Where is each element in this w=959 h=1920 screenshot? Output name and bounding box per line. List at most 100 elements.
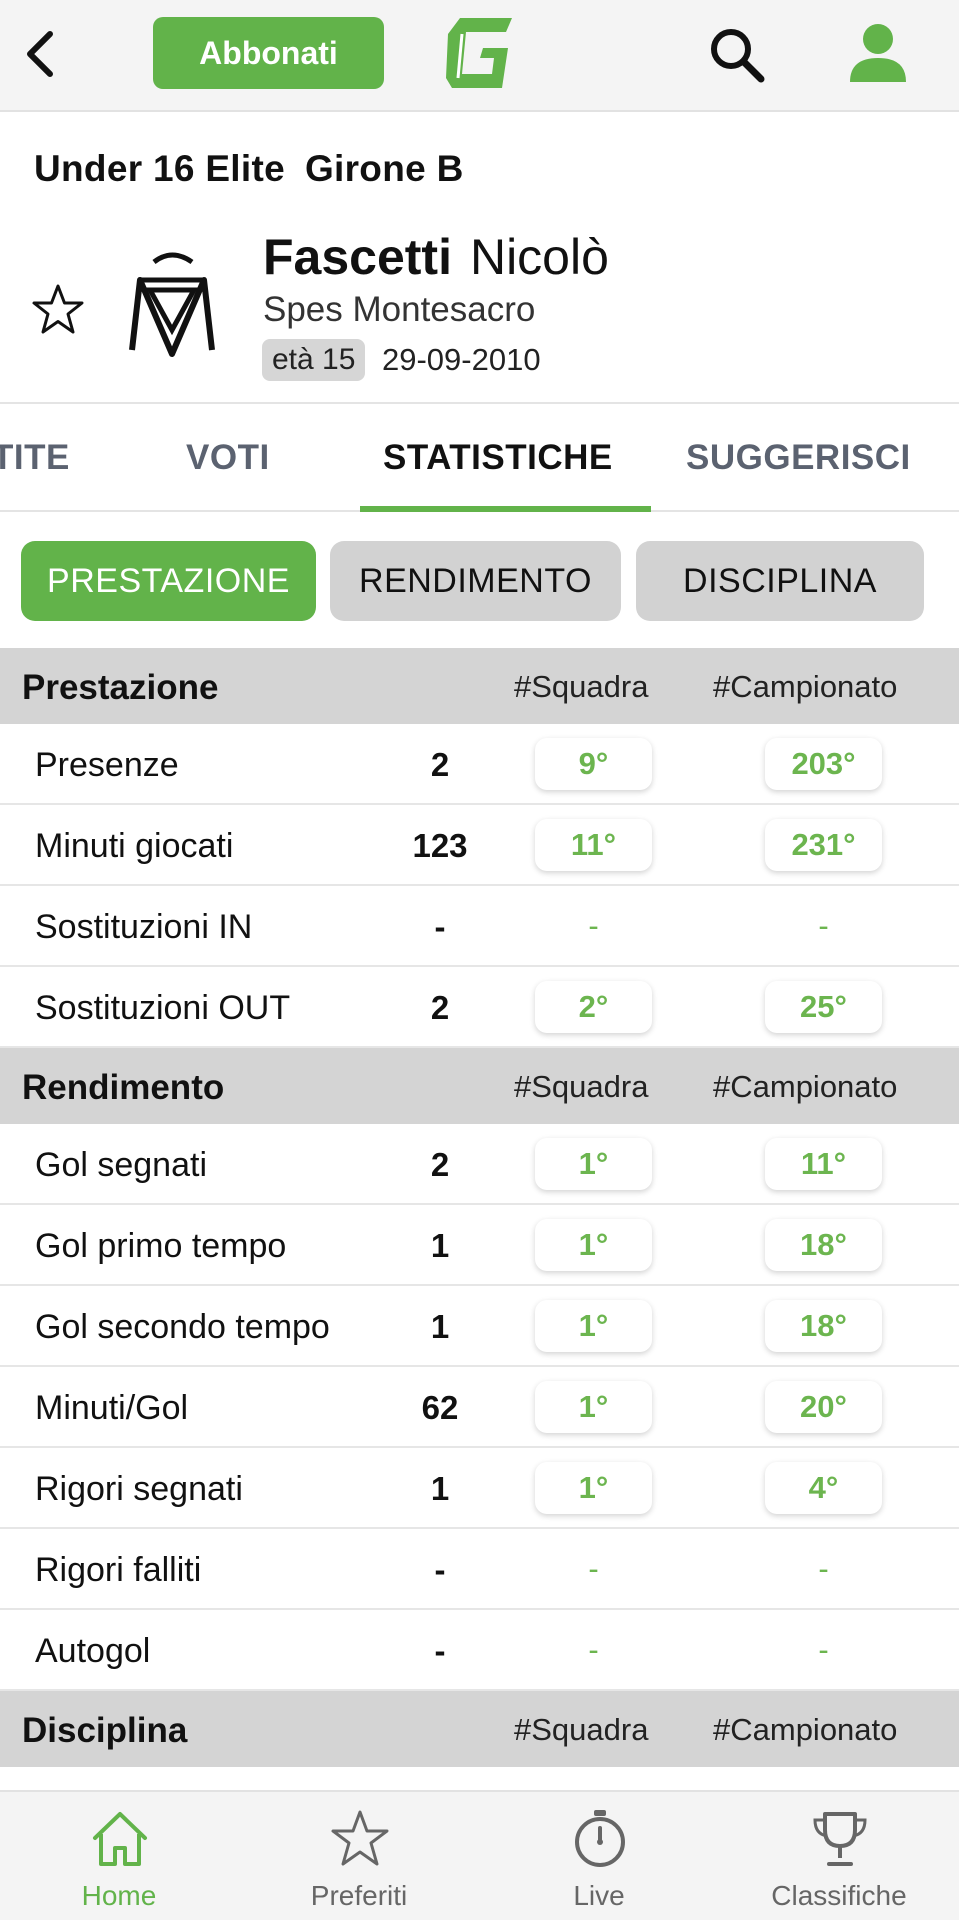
stat-value: 1 bbox=[430, 1308, 450, 1345]
age-badge: età 15 bbox=[262, 339, 366, 381]
player-firstname: Nicolò bbox=[469, 229, 609, 285]
table-row: Sostituzioni OUT 2 2° 25° bbox=[0, 967, 959, 1048]
search-icon[interactable] bbox=[708, 26, 766, 84]
table-row: Rigori falliti - - - bbox=[0, 1529, 959, 1610]
stat-label: Gol segnati bbox=[35, 1146, 207, 1184]
nav-classifiche[interactable]: Classifiche bbox=[739, 1792, 939, 1920]
league-rank-badge[interactable]: 203° bbox=[765, 738, 882, 790]
segment-prestazione[interactable]: PRESTAZIONE bbox=[21, 541, 316, 621]
team-rank-empty: - bbox=[588, 1632, 599, 1667]
stat-label: Sostituzioni OUT bbox=[35, 989, 291, 1027]
tab-statistiche[interactable]: STATISTICHE bbox=[383, 438, 613, 478]
stat-value: 123 bbox=[412, 827, 468, 864]
player-surname: Fascetti bbox=[263, 229, 452, 285]
nav-preferiti[interactable]: Preferiti bbox=[259, 1792, 459, 1920]
stat-value: 1 bbox=[430, 1470, 450, 1507]
league-rank-badge[interactable]: 11° bbox=[765, 1138, 882, 1190]
stat-label: Gol secondo tempo bbox=[35, 1308, 330, 1346]
table-row: Sostituzioni IN - - - bbox=[0, 886, 959, 967]
stat-value: 2 bbox=[430, 989, 450, 1026]
bottom-navigation: Home Preferiti Live Classifiche bbox=[0, 1790, 959, 1920]
nav-live[interactable]: Live bbox=[499, 1792, 699, 1920]
league-rank-badge[interactable]: 20° bbox=[765, 1381, 882, 1433]
team-rank-badge[interactable]: 9° bbox=[535, 738, 652, 790]
league-rank-badge[interactable]: 25° bbox=[765, 981, 882, 1033]
stopwatch-icon bbox=[575, 1810, 625, 1867]
column-header-league: #Campionato bbox=[713, 669, 898, 704]
table-row: Autogol - - - bbox=[0, 1610, 959, 1691]
table-row: Presenze 2 9° 203° bbox=[0, 724, 959, 805]
user-profile-icon[interactable] bbox=[848, 22, 908, 84]
nav-label: Classifiche bbox=[771, 1880, 907, 1911]
group-name: Girone B bbox=[304, 148, 464, 189]
column-header-league: #Campionato bbox=[713, 1069, 898, 1104]
segment-disciplina[interactable]: DISCIPLINA bbox=[636, 541, 924, 621]
stat-label: Gol primo tempo bbox=[35, 1227, 287, 1265]
stat-label: Presenze bbox=[35, 746, 179, 784]
subscribe-button[interactable]: Abbonati bbox=[153, 17, 384, 89]
table-row: Gol secondo tempo 1 1° 18° bbox=[0, 1286, 959, 1367]
segment-rendimento[interactable]: RENDIMENTO bbox=[330, 541, 621, 621]
club-logo-icon bbox=[129, 252, 215, 357]
column-header-team: #Squadra bbox=[514, 1069, 649, 1104]
stat-value: - bbox=[434, 908, 446, 945]
league-rank-badge[interactable]: 18° bbox=[765, 1219, 882, 1271]
column-header-team: #Squadra bbox=[514, 1712, 649, 1747]
section-title: Disciplina bbox=[22, 1711, 188, 1750]
favorite-star-icon[interactable] bbox=[30, 282, 86, 338]
team-rank-empty: - bbox=[588, 908, 599, 943]
stat-value: - bbox=[434, 1551, 446, 1588]
team-rank-badge[interactable]: 1° bbox=[535, 1219, 652, 1271]
table-row: Gol segnati 2 1° 11° bbox=[0, 1124, 959, 1205]
league-rank-empty: - bbox=[818, 908, 829, 943]
table-row: Gol primo tempo 1 1° 18° bbox=[0, 1205, 959, 1286]
tab-voti[interactable]: VOTI bbox=[186, 438, 270, 478]
nav-label: Preferiti bbox=[310, 1880, 408, 1911]
stat-value: 2 bbox=[430, 1146, 450, 1183]
star-icon bbox=[331, 1810, 389, 1866]
section-header-prestazione: Prestazione #Squadra #Campionato bbox=[0, 648, 959, 724]
team-rank-badge[interactable]: 2° bbox=[535, 981, 652, 1033]
team-name[interactable]: Spes Montesacro bbox=[263, 290, 535, 330]
stat-label: Rigori segnati bbox=[35, 1470, 243, 1508]
player-name: Fascetti Nicolò bbox=[263, 228, 609, 286]
stat-label: Minuti/Gol bbox=[35, 1389, 189, 1427]
section-title: Rendimento bbox=[22, 1068, 225, 1107]
team-rank-badge[interactable]: 1° bbox=[535, 1300, 652, 1352]
league-rank-badge[interactable]: 4° bbox=[765, 1462, 882, 1514]
column-header-league: #Campionato bbox=[713, 1712, 898, 1747]
section-title: Prestazione bbox=[22, 668, 219, 707]
nav-home[interactable]: Home bbox=[19, 1792, 219, 1920]
column-header-team: #Squadra bbox=[514, 669, 649, 704]
app-logo-icon[interactable] bbox=[440, 14, 516, 92]
birth-date: 29-09-2010 bbox=[382, 342, 541, 377]
team-rank-badge[interactable]: 1° bbox=[535, 1462, 652, 1514]
stat-label: Rigori falliti bbox=[35, 1551, 202, 1589]
competition-title: Under 16 Elite Girone B bbox=[34, 148, 464, 190]
team-rank-badge[interactable]: 1° bbox=[535, 1381, 652, 1433]
competition-name: Under 16 Elite bbox=[34, 148, 285, 189]
league-rank-empty: - bbox=[818, 1551, 829, 1586]
top-bar: Abbonati bbox=[0, 0, 959, 112]
team-rank-empty: - bbox=[588, 1551, 599, 1586]
team-rank-badge[interactable]: 1° bbox=[535, 1138, 652, 1190]
nav-label: Home bbox=[81, 1880, 157, 1911]
league-rank-badge[interactable]: 231° bbox=[765, 819, 882, 871]
tab-bar: TITE VOTI STATISTICHE SUGGERISCI bbox=[0, 402, 959, 512]
stat-value: 2 bbox=[430, 746, 450, 783]
active-tab-indicator bbox=[360, 506, 651, 512]
back-arrow-icon[interactable] bbox=[18, 26, 62, 82]
team-rank-badge[interactable]: 11° bbox=[535, 819, 652, 871]
stat-value: 1 bbox=[430, 1227, 450, 1264]
table-row: Rigori segnati 1 1° 4° bbox=[0, 1448, 959, 1529]
stat-label: Minuti giocati bbox=[35, 827, 234, 865]
table-row: Minuti giocati 123 11° 231° bbox=[0, 805, 959, 886]
league-rank-empty: - bbox=[818, 1632, 829, 1667]
tab-partite[interactable]: TITE bbox=[0, 438, 70, 478]
section-header-rendimento: Rendimento #Squadra #Campionato bbox=[0, 1048, 959, 1124]
stat-value: - bbox=[434, 1632, 446, 1669]
league-rank-badge[interactable]: 18° bbox=[765, 1300, 882, 1352]
tab-suggerisci[interactable]: SUGGERISCI bbox=[686, 438, 911, 478]
nav-label: Live bbox=[573, 1880, 625, 1911]
table-row: Minuti/Gol 62 1° 20° bbox=[0, 1367, 959, 1448]
